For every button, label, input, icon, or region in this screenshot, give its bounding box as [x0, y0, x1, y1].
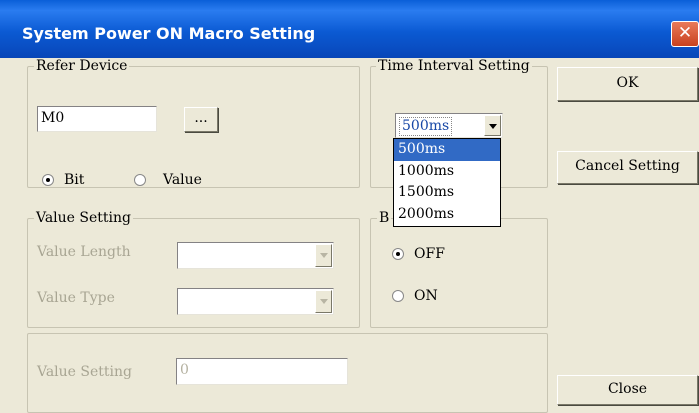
browse-device-button[interactable]: ... [184, 107, 218, 132]
value-radio[interactable] [134, 174, 146, 186]
device-input[interactable]: M0 [37, 106, 157, 132]
title-bar: System Power ON Macro Setting ✕ [0, 0, 699, 58]
value-setting-legend: Value Setting [34, 210, 133, 226]
chevron-down-icon[interactable] [484, 115, 501, 136]
value-length-select[interactable] [177, 242, 334, 269]
off-radio-label: OFF [414, 246, 445, 262]
off-radio[interactable] [392, 248, 404, 260]
bit-state-legend: B [377, 210, 392, 226]
time-interval-dropdown: 500ms 1000ms 1500ms 2000ms [393, 138, 501, 227]
value-type-label: Value Type [37, 290, 115, 306]
on-radio[interactable] [392, 290, 404, 302]
time-interval-option[interactable]: 1500ms [394, 182, 500, 204]
dialog-body: Refer Device M0 ... Bit Value Time Inter… [0, 58, 699, 413]
close-icon[interactable]: ✕ [671, 21, 699, 47]
value-radio-label: Value [163, 172, 202, 188]
close-button[interactable]: Close [557, 375, 698, 405]
time-interval-option[interactable]: 1000ms [394, 161, 500, 183]
bit-radio[interactable] [42, 174, 54, 186]
refer-device-legend: Refer Device [34, 58, 130, 74]
on-radio-label: ON [414, 288, 438, 304]
time-interval-option[interactable]: 2000ms [394, 204, 500, 226]
time-interval-legend: Time Interval Setting [376, 58, 532, 74]
window-title: System Power ON Macro Setting [22, 24, 316, 43]
bit-state-group: B OFF ON [370, 210, 548, 328]
value-setting-group: Value Setting Value Length Value Type [27, 210, 360, 328]
cancel-setting-button[interactable]: Cancel Setting [557, 151, 698, 184]
time-interval-select[interactable]: 500ms [395, 113, 503, 138]
time-interval-option[interactable]: 500ms [394, 139, 500, 161]
value-length-label: Value Length [37, 244, 131, 260]
chevron-down-icon[interactable] [315, 290, 332, 313]
value-setting-input[interactable]: 0 [176, 358, 348, 385]
value-setting-field-label: Value Setting [37, 364, 132, 380]
value-setting-field-group: Value Setting 0 [27, 333, 548, 413]
chevron-down-icon[interactable] [315, 244, 332, 267]
refer-device-group: Refer Device M0 ... Bit Value [27, 58, 360, 188]
time-interval-selected: 500ms [399, 117, 453, 136]
bit-radio-label: Bit [64, 172, 85, 188]
ok-button[interactable]: OK [557, 67, 698, 101]
value-type-select[interactable] [177, 288, 334, 315]
